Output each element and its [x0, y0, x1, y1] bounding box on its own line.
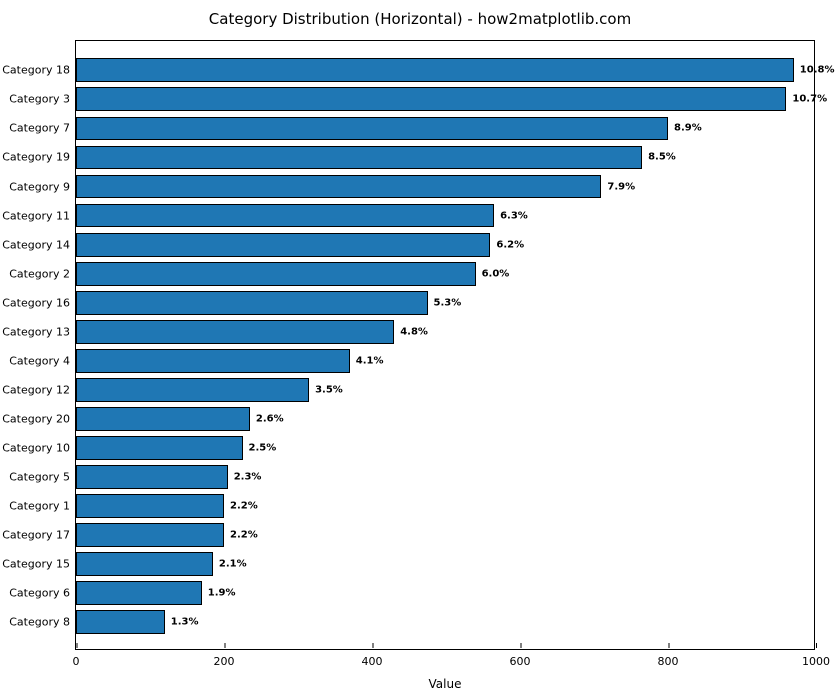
bar [76, 87, 786, 111]
bar [76, 204, 494, 228]
bar-row: 2.6% [76, 407, 250, 431]
y-tick-label: Category 9 [0, 180, 76, 193]
y-tick-label: Category 18 [0, 64, 76, 77]
y-tick-label: Category 12 [0, 383, 76, 396]
bar-percent-label: 1.3% [165, 617, 199, 628]
bar-percent-label: 8.9% [668, 123, 702, 134]
y-tick-label: Category 8 [0, 616, 76, 629]
bar [76, 581, 202, 605]
y-tick-label: Category 5 [0, 471, 76, 484]
y-tick-label: Category 10 [0, 441, 76, 454]
bar-row: 4.1% [76, 349, 350, 373]
bar [76, 117, 668, 141]
x-tick-label: 1000 [802, 649, 830, 668]
bar-row: 10.7% [76, 87, 786, 111]
bar-percent-label: 2.2% [224, 530, 258, 541]
bar-row: 1.9% [76, 581, 202, 605]
y-tick-label: Category 7 [0, 122, 76, 135]
y-tick-label: Category 15 [0, 558, 76, 571]
bar [76, 523, 224, 547]
bar [76, 436, 243, 460]
bar [76, 262, 476, 286]
bar-row: 2.5% [76, 436, 243, 460]
x-tick-label: 0 [73, 649, 80, 668]
bar [76, 552, 213, 576]
bar-percent-label: 8.5% [642, 152, 676, 163]
bar [76, 175, 601, 199]
bar-percent-label: 7.9% [601, 181, 635, 192]
bar-percent-label: 5.3% [428, 297, 462, 308]
bar-percent-label: 2.1% [213, 559, 247, 570]
bar [76, 407, 250, 431]
bar-percent-label: 6.3% [494, 210, 528, 221]
x-axis-label: Value [429, 677, 462, 691]
y-tick-label: Category 2 [0, 267, 76, 280]
bars-container: Category 1810.8%Category 310.7%Category … [76, 41, 814, 649]
bar [76, 349, 350, 373]
x-tick-label: 600 [510, 649, 531, 668]
y-tick-label: Category 1 [0, 500, 76, 513]
y-tick-label: Category 3 [0, 93, 76, 106]
bar-percent-label: 4.1% [350, 355, 384, 366]
bar-percent-label: 4.8% [394, 326, 428, 337]
bar-percent-label: 3.5% [309, 384, 343, 395]
bar-row: 2.2% [76, 494, 224, 518]
bar-percent-label: 10.7% [786, 94, 827, 105]
bar-percent-label: 2.5% [243, 442, 277, 453]
bar-percent-label: 1.9% [202, 588, 236, 599]
x-tick-label: 800 [658, 649, 679, 668]
y-tick-label: Category 11 [0, 209, 76, 222]
bar [76, 146, 642, 170]
y-tick-label: Category 16 [0, 296, 76, 309]
bar-row: 7.9% [76, 175, 601, 199]
x-tick-label: 200 [214, 649, 235, 668]
chart-figure: Category Distribution (Horizontal) - how… [0, 0, 840, 700]
bar-row: 8.5% [76, 146, 642, 170]
bar [76, 320, 394, 344]
y-tick-label: Category 19 [0, 151, 76, 164]
bar-row: 10.8% [76, 58, 794, 82]
bar-row: 1.3% [76, 610, 165, 634]
bar-row: 6.0% [76, 262, 476, 286]
bar-row: 6.2% [76, 233, 490, 257]
y-tick-label: Category 6 [0, 587, 76, 600]
y-tick-label: Category 17 [0, 529, 76, 542]
bar-row: 8.9% [76, 117, 668, 141]
bar [76, 494, 224, 518]
y-tick-label: Category 4 [0, 354, 76, 367]
y-tick-label: Category 20 [0, 412, 76, 425]
bar-row: 4.8% [76, 320, 394, 344]
plot-area: Category 1810.8%Category 310.7%Category … [75, 40, 815, 650]
bar-row: 2.3% [76, 465, 228, 489]
y-tick-label: Category 13 [0, 325, 76, 338]
bar-row: 2.2% [76, 523, 224, 547]
bar [76, 465, 228, 489]
bar [76, 233, 490, 257]
bar [76, 378, 309, 402]
bar-percent-label: 2.2% [224, 501, 258, 512]
y-tick-label: Category 14 [0, 238, 76, 251]
bar-row: 5.3% [76, 291, 428, 315]
bar [76, 291, 428, 315]
bar-percent-label: 10.8% [794, 65, 835, 76]
bar-row: 6.3% [76, 204, 494, 228]
bar-percent-label: 2.3% [228, 472, 262, 483]
bar [76, 610, 165, 634]
bar-percent-label: 6.2% [490, 239, 524, 250]
bar-row: 3.5% [76, 378, 309, 402]
bar-percent-label: 6.0% [476, 268, 510, 279]
chart-title: Category Distribution (Horizontal) - how… [0, 10, 840, 28]
bar [76, 58, 794, 82]
bar-percent-label: 2.6% [250, 413, 284, 424]
bar-row: 2.1% [76, 552, 213, 576]
x-tick-label: 400 [362, 649, 383, 668]
